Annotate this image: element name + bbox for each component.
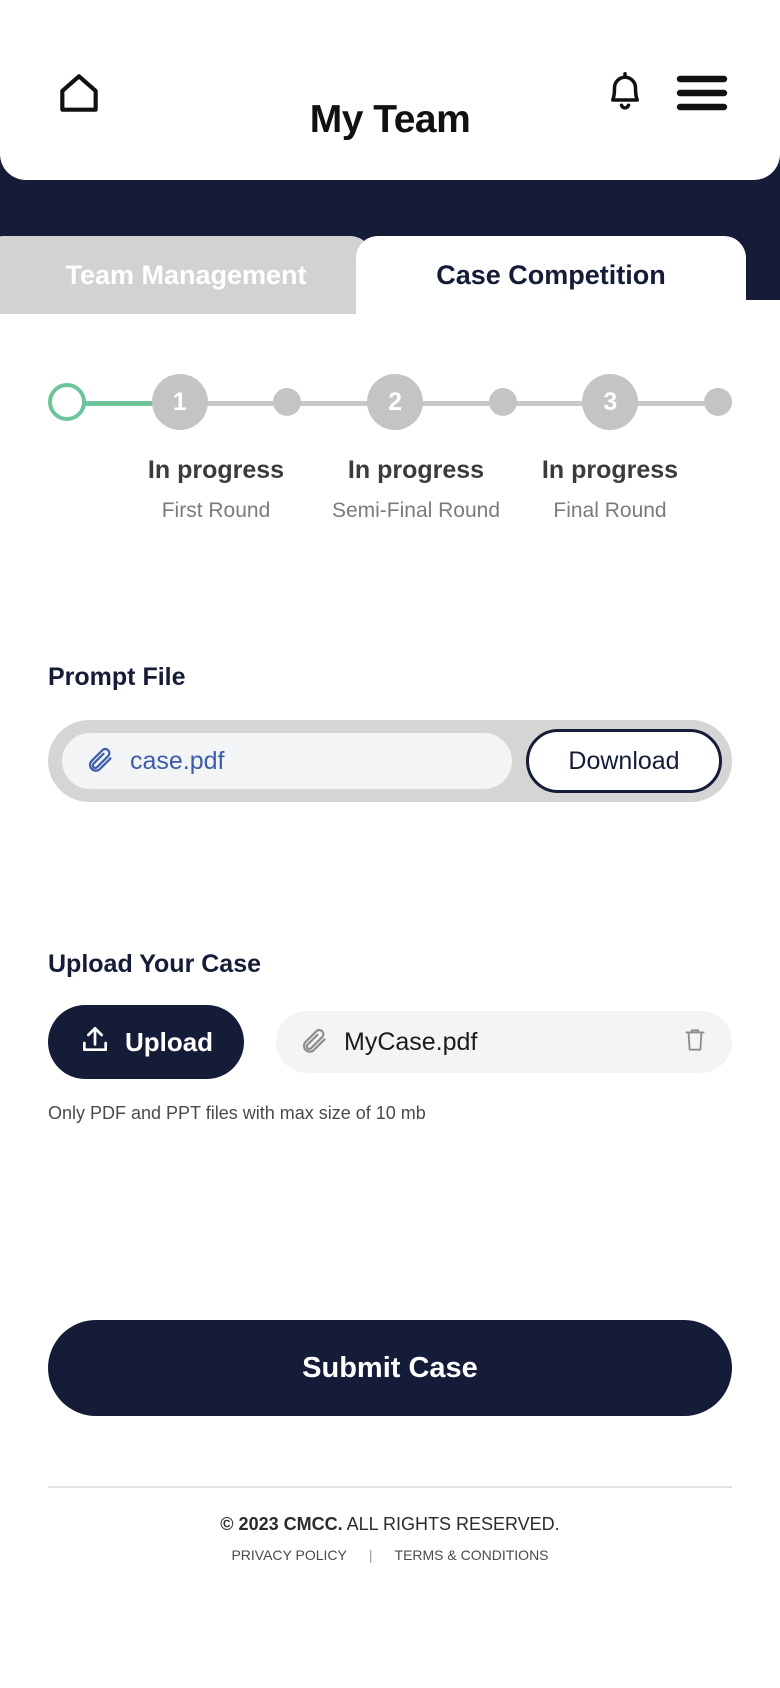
uploaded-file-pill: MyCase.pdf xyxy=(276,1011,732,1073)
home-icon xyxy=(52,68,106,121)
tab-team-management[interactable]: Team Management xyxy=(0,236,372,314)
submit-case-button[interactable]: Submit Case xyxy=(48,1320,732,1416)
stepper-label-group-1: In progress First Round xyxy=(116,456,316,523)
stepper-dot-1 xyxy=(273,388,302,416)
stepper-label-group-3: In progress Final Round xyxy=(510,456,710,523)
upload-button-label: Upload xyxy=(124,1026,214,1057)
tab-case-competition-label: Case Competition xyxy=(436,259,666,290)
header-right-group xyxy=(604,69,728,120)
uploaded-file-name: MyCase.pdf xyxy=(344,1027,478,1056)
prompt-file-pill[interactable]: case.pdf xyxy=(62,733,512,789)
privacy-policy-link[interactable]: PRIVACY POLICY xyxy=(231,1547,346,1563)
footer-links: PRIVACY POLICY | TERMS & CONDITIONS xyxy=(48,1547,732,1563)
notifications-button[interactable] xyxy=(604,69,646,120)
upload-button[interactable]: Upload xyxy=(48,1005,244,1079)
footer: © 2023 CMCC. ALL RIGHTS RESERVED. PRIVAC… xyxy=(48,1486,732,1563)
app-header: My Team xyxy=(0,0,780,180)
tab-bar: Team Management Case Competition xyxy=(0,236,780,314)
main-content: 1 2 3 In progress First Round In progres… xyxy=(0,314,780,1688)
upload-row: Upload MyCase.pdf xyxy=(48,1005,732,1079)
stepper-labels: In progress First Round In progress Semi… xyxy=(48,456,732,523)
stepper-node-1-number: 1 xyxy=(172,387,187,416)
stepper-status-3: In progress xyxy=(541,456,679,484)
home-button[interactable] xyxy=(52,68,106,121)
prompt-file-bar: case.pdf Download xyxy=(48,720,732,802)
stepper-round-1: First Round xyxy=(161,499,271,522)
stepper-dot-2 xyxy=(488,388,517,416)
stepper-node-1[interactable]: 1 xyxy=(151,374,208,430)
footer-copyright: © 2023 CMCC. ALL RIGHTS RESERVED. xyxy=(48,1514,732,1535)
stepper-node-2[interactable]: 2 xyxy=(367,374,424,430)
paperclip-icon xyxy=(86,745,114,778)
stepper-status-1: In progress xyxy=(147,456,285,484)
paperclip-icon xyxy=(300,1026,328,1059)
stepper-round-2: Semi-Final Round xyxy=(331,499,501,522)
stepper-start-marker xyxy=(48,383,86,421)
upload-section: Upload Your Case Upload MyCase.pdf Only … xyxy=(48,950,732,1124)
tab-case-competition[interactable]: Case Competition xyxy=(356,236,746,314)
menu-button[interactable] xyxy=(676,73,728,116)
trash-icon[interactable] xyxy=(682,1026,708,1059)
stepper-status-2: In progress xyxy=(347,456,485,484)
stepper-dot-3 xyxy=(704,388,733,416)
stepper-node-3-number: 3 xyxy=(603,387,618,416)
terms-conditions-link[interactable]: TERMS & CONDITIONS xyxy=(395,1547,549,1563)
upload-hint-text: Only PDF and PPT files with max size of … xyxy=(48,1103,426,1123)
stepper-round-3: Final Round xyxy=(553,499,667,522)
app-screen: My Team Team Management Case Competition… xyxy=(0,0,780,1688)
header-left-group xyxy=(52,68,106,121)
hamburger-menu-icon xyxy=(676,73,728,116)
prompt-file-name: case.pdf xyxy=(130,746,225,775)
stepper-label-group-2: In progress Semi-Final Round xyxy=(316,456,516,523)
footer-link-separator: | xyxy=(368,1547,373,1563)
prompt-file-section: Prompt File case.pdf Download xyxy=(48,663,732,802)
upload-arrow-icon xyxy=(79,1023,111,1062)
tab-team-management-label: Team Management xyxy=(65,259,307,290)
download-button[interactable]: Download xyxy=(526,729,722,793)
progress-stepper: 1 2 3 xyxy=(48,374,733,430)
footer-copyright-brand: © 2023 CMCC. xyxy=(220,1514,343,1534)
stepper-node-2-number: 2 xyxy=(388,387,402,416)
upload-section-title: Upload Your Case xyxy=(48,950,262,978)
stepper-node-3[interactable]: 3 xyxy=(582,374,639,430)
prompt-file-title: Prompt File xyxy=(48,663,186,691)
bell-icon xyxy=(604,69,646,120)
footer-copyright-rest: ALL RIGHTS RESERVED. xyxy=(342,1514,560,1534)
